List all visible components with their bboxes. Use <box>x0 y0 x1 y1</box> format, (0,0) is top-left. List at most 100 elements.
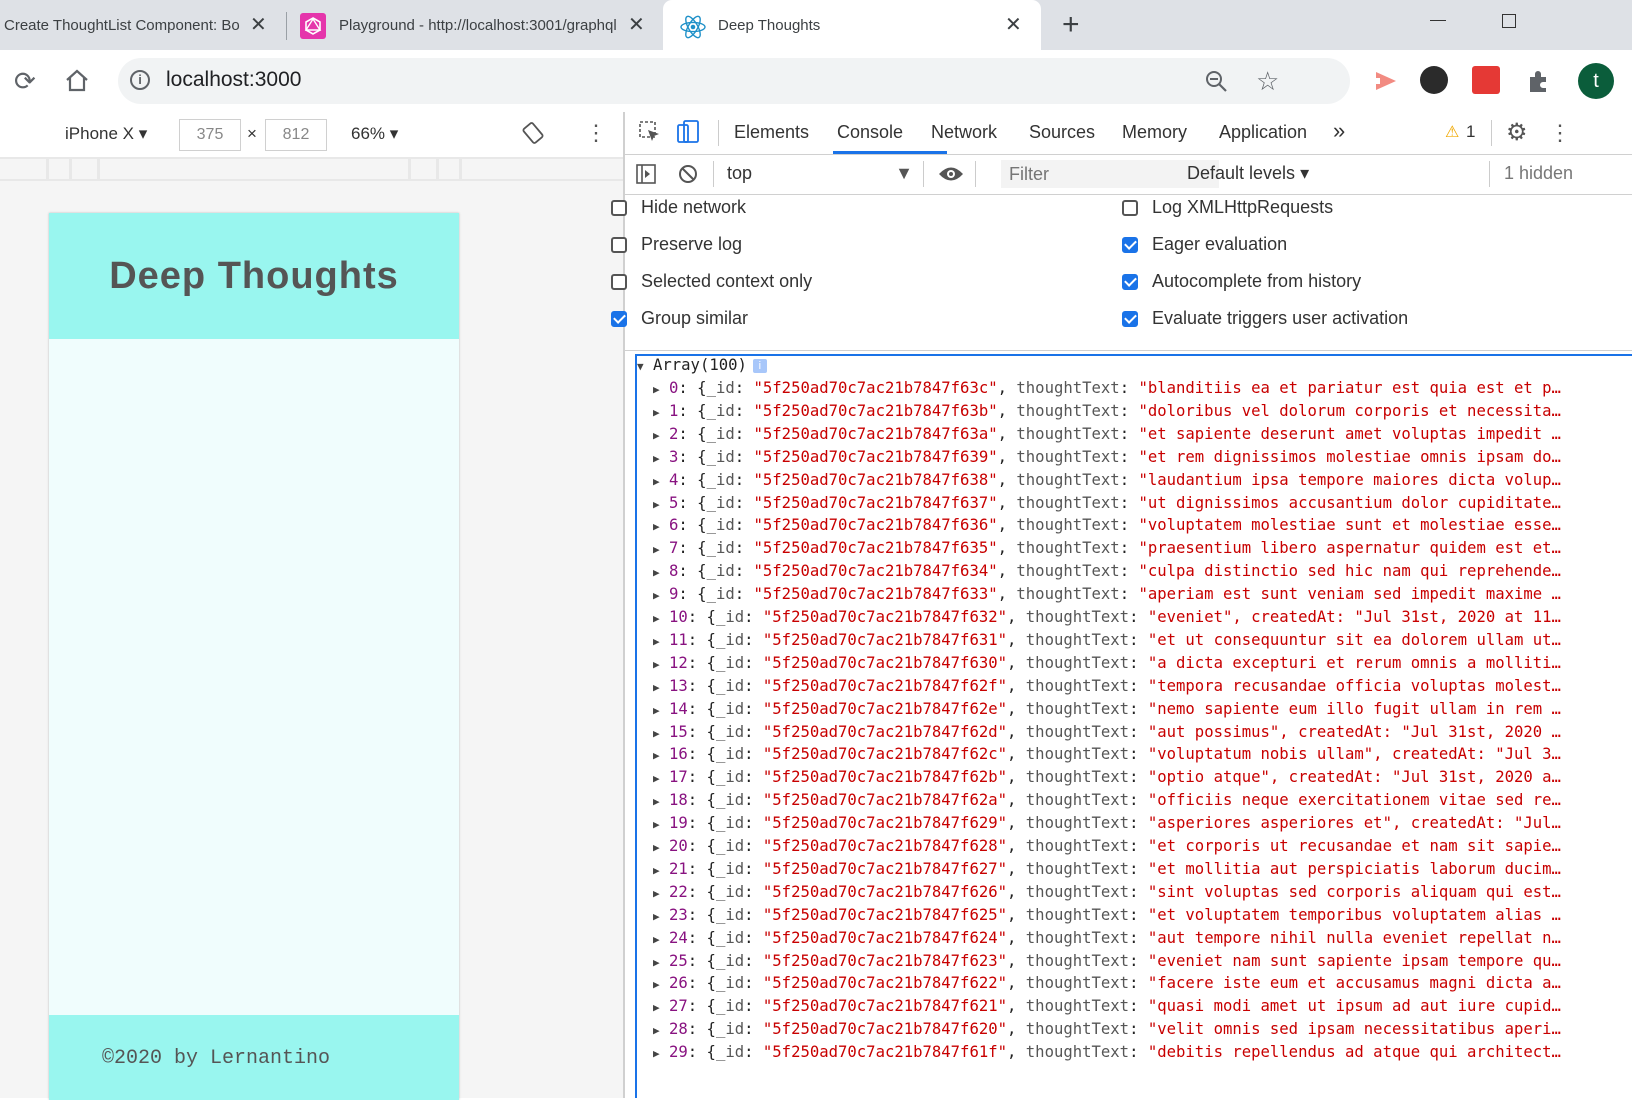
preserve-log-option[interactable]: Preserve log <box>611 234 742 255</box>
height-input[interactable]: 812 <box>265 119 327 151</box>
tab-elements[interactable]: Elements <box>734 122 809 143</box>
group-similar-checkbox[interactable] <box>611 310 627 327</box>
gear-icon[interactable]: ⚙ <box>1506 118 1528 147</box>
expand-triangle-icon[interactable]: ▼ <box>637 360 653 373</box>
console-entry-row[interactable]: ▶ 6: {_id: "5f250ad70c7ac21b7847f636", th… <box>653 516 1561 539</box>
console-entry-row[interactable]: ▶ 18: {_id: "5f250ad70c7ac21b7847f62a", t… <box>653 791 1561 814</box>
address-bar[interactable]: i localhost:3000 ☆ <box>118 58 1350 104</box>
expand-triangle-icon[interactable]: ▶ <box>653 887 669 900</box>
expand-triangle-icon[interactable]: ▶ <box>653 956 669 969</box>
tab-sources[interactable]: Sources <box>1029 122 1095 143</box>
media-query-segment[interactable] <box>49 159 69 179</box>
console-entry-row[interactable]: ▶ 14: {_id: "5f250ad70c7ac21b7847f62e", t… <box>653 700 1561 723</box>
media-query-segment[interactable] <box>100 159 408 179</box>
zoom-select[interactable]: 66% ▾ <box>351 124 398 144</box>
expand-triangle-icon[interactable]: ▶ <box>653 383 669 396</box>
console-entry-row[interactable]: ▶ 25: {_id: "5f250ad70c7ac21b7847f623", t… <box>653 952 1561 975</box>
group-similar-option[interactable]: Group similar <box>611 308 748 329</box>
log-xhr-option[interactable]: Log XMLHttpRequests <box>1122 197 1333 218</box>
context-select[interactable]: top ▼ <box>727 163 913 184</box>
bookmark-star-icon[interactable]: ☆ <box>1256 66 1279 97</box>
expand-triangle-icon[interactable]: ▶ <box>653 566 669 579</box>
console-entry-row[interactable]: ▶ 9: {_id: "5f250ad70c7ac21b7847f633", th… <box>653 585 1561 608</box>
media-query-segment[interactable] <box>411 159 436 179</box>
console-entry-row[interactable]: ▶ 4: {_id: "5f250ad70c7ac21b7847f638", th… <box>653 471 1561 494</box>
console-entry-row[interactable]: ▶ 22: {_id: "5f250ad70c7ac21b7847f626", t… <box>653 883 1561 906</box>
expand-triangle-icon[interactable]: ▶ <box>653 658 669 671</box>
react-devtools-icon[interactable] <box>1472 66 1500 94</box>
hide-network-option[interactable]: Hide network <box>611 197 746 218</box>
media-query-segment[interactable] <box>439 159 459 179</box>
expand-triangle-icon[interactable]: ▶ <box>653 406 669 419</box>
console-output[interactable]: ▼ Array(100) i ▶ 0: {_id: "5f250ad70c7ac21b… <box>635 354 1632 1098</box>
zoom-out-icon[interactable] <box>1204 69 1228 98</box>
expand-triangle-icon[interactable]: ▶ <box>653 864 669 877</box>
media-query-segment[interactable] <box>462 159 623 179</box>
console-entry-row[interactable]: ▶ 8: {_id: "5f250ad70c7ac21b7847f634", th… <box>653 562 1561 585</box>
expand-triangle-icon[interactable]: ▶ <box>653 841 669 854</box>
minimize-icon[interactable] <box>1430 20 1446 21</box>
expand-triangle-icon[interactable]: ▶ <box>653 1024 669 1037</box>
expand-triangle-icon[interactable]: ▶ <box>653 498 669 511</box>
close-icon[interactable]: ✕ <box>1005 15 1022 35</box>
console-entry-row[interactable]: ▶ 0: {_id: "5f250ad70c7ac21b7847f63c", th… <box>653 379 1561 402</box>
autocomplete-option[interactable]: Autocomplete from history <box>1122 271 1361 292</box>
more-options-icon[interactable]: ⋮ <box>585 120 607 146</box>
expand-triangle-icon[interactable]: ▶ <box>653 520 669 533</box>
array-header[interactable]: ▼ Array(100) i <box>637 356 767 379</box>
info-icon[interactable]: i <box>130 70 150 90</box>
devtools-menu-icon[interactable]: ⋮ <box>1549 120 1571 146</box>
device-toggle-icon[interactable] <box>676 119 700 150</box>
tab-network[interactable]: Network <box>931 122 997 143</box>
clear-console-icon[interactable] <box>677 163 699 190</box>
tab-console[interactable]: Console <box>837 122 903 143</box>
tab-playground[interactable]: Playground - http://localhost:3001/graph… <box>290 0 662 50</box>
expand-triangle-icon[interactable]: ▶ <box>653 635 669 648</box>
close-icon[interactable]: ✕ <box>628 15 645 35</box>
expand-triangle-icon[interactable]: ▶ <box>653 589 669 602</box>
expand-triangle-icon[interactable]: ▶ <box>653 452 669 465</box>
console-entry-row[interactable]: ▶ 12: {_id: "5f250ad70c7ac21b7847f630", t… <box>653 654 1561 677</box>
expand-triangle-icon[interactable]: ▶ <box>653 1001 669 1014</box>
expand-triangle-icon[interactable]: ▶ <box>653 772 669 785</box>
url-text[interactable]: localhost:3000 <box>166 68 301 92</box>
console-entry-row[interactable]: ▶ 20: {_id: "5f250ad70c7ac21b7847f628", t… <box>653 837 1561 860</box>
console-entry-row[interactable]: ▶ 21: {_id: "5f250ad70c7ac21b7847f627", t… <box>653 860 1561 883</box>
tab-application[interactable]: Application <box>1219 122 1307 143</box>
log-xhr-checkbox[interactable] <box>1122 199 1138 216</box>
width-input[interactable]: 375 <box>179 119 241 151</box>
extension-record-icon[interactable] <box>1370 68 1398 99</box>
selected-context-checkbox[interactable] <box>611 273 627 290</box>
info-badge-icon[interactable]: i <box>752 359 767 373</box>
media-query-segment[interactable] <box>72 159 97 179</box>
sidebar-toggle-icon[interactable] <box>635 163 657 190</box>
profile-avatar[interactable]: t <box>1578 63 1614 99</box>
console-entry-row[interactable]: ▶ 17: {_id: "5f250ad70c7ac21b7847f62b", t… <box>653 768 1561 791</box>
user-activation-checkbox[interactable] <box>1122 310 1138 327</box>
rotate-icon[interactable] <box>522 122 544 149</box>
console-entry-row[interactable]: ▶ 29: {_id: "5f250ad70c7ac21b7847f61f", t… <box>653 1043 1561 1066</box>
console-entry-row[interactable]: ▶ 27: {_id: "5f250ad70c7ac21b7847f621", t… <box>653 997 1561 1020</box>
expand-triangle-icon[interactable]: ▶ <box>653 543 669 556</box>
expand-triangle-icon[interactable]: ▶ <box>653 978 669 991</box>
expand-triangle-icon[interactable]: ▶ <box>653 910 669 923</box>
expand-triangle-icon[interactable]: ▶ <box>653 818 669 831</box>
warning-icon[interactable]: ⚠ <box>1445 122 1459 142</box>
expand-triangle-icon[interactable]: ▶ <box>653 727 669 740</box>
expand-triangle-icon[interactable]: ▶ <box>653 795 669 808</box>
media-query-segment[interactable] <box>0 159 46 179</box>
console-entry-row[interactable]: ▶ 15: {_id: "5f250ad70c7ac21b7847f62d", t… <box>653 723 1561 746</box>
selected-context-option[interactable]: Selected context only <box>611 271 812 292</box>
expand-triangle-icon[interactable]: ▶ <box>653 475 669 488</box>
autocomplete-checkbox[interactable] <box>1122 273 1138 290</box>
extension-avatar-icon[interactable] <box>1420 66 1448 94</box>
expand-triangle-icon[interactable]: ▶ <box>653 749 669 762</box>
tab-create-thoughtlist[interactable]: Create ThoughtList Component: Boot ✕ <box>0 0 285 50</box>
expand-triangle-icon[interactable]: ▶ <box>653 1047 669 1060</box>
inspect-element-icon[interactable] <box>638 120 662 149</box>
console-entry-row[interactable]: ▶ 11: {_id: "5f250ad70c7ac21b7847f631", t… <box>653 631 1561 654</box>
app-title[interactable]: Deep Thoughts <box>109 255 399 298</box>
log-levels-select[interactable]: Default levels ▾ <box>1187 163 1309 184</box>
eager-evaluation-option[interactable]: Eager evaluation <box>1122 234 1287 255</box>
reload-icon[interactable]: ⟳ <box>14 68 36 94</box>
